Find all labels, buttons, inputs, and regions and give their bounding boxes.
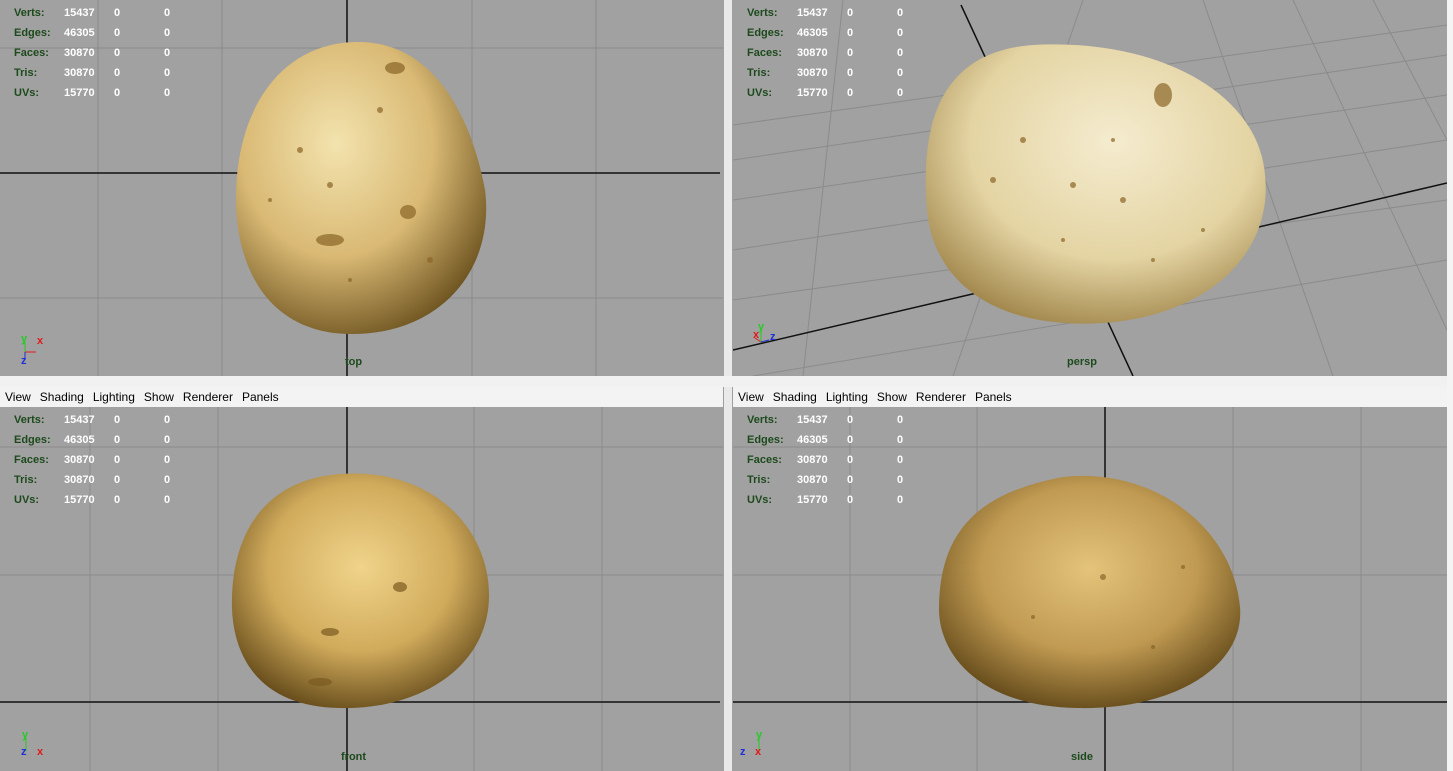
viewport-front[interactable]: View Shading Lighting Show Renderer Pane… [0, 387, 723, 771]
axis-label-z: z [21, 355, 27, 364]
hud-row: UVs: 15770 0 0 [747, 494, 904, 506]
view-axis-gizmo: x y z [753, 322, 783, 352]
hud-row: Faces: 30870 0 0 [14, 454, 171, 466]
viewport-side[interactable]: View Shading Lighting Show Renderer Pane… [733, 387, 1447, 771]
hud-row: Edges: 46305 0 0 [747, 434, 904, 446]
menu-panels[interactable]: Panels [971, 390, 1016, 404]
hud-row: Edges: 46305 0 0 [747, 27, 904, 39]
viewport-canvas-persp[interactable]: Verts: 15437 0 0 Edges: 46305 0 0 Faces: 30870 0… [733, 0, 1447, 376]
menu-shading[interactable]: Shading [769, 390, 821, 404]
menu-lighting[interactable]: Lighting [89, 390, 139, 404]
axis-label-y: y [758, 322, 765, 333]
view-axis-gizmo: y z x [739, 729, 769, 759]
menu-show[interactable]: Show [873, 390, 911, 404]
hud-row: Tris: 30870 0 0 [14, 474, 171, 486]
view-axis-gizmo: y z x [20, 729, 50, 759]
viewport-persp[interactable]: Verts: 15437 0 0 Edges: 46305 0 0 Faces: 30870 0… [733, 0, 1447, 376]
menu-renderer[interactable]: Renderer [179, 390, 237, 404]
poly-count-hud: Verts: 15437 0 0 Edges: 46305 0 0 Faces: 30870 0… [747, 410, 947, 510]
hud-row: Verts: 15437 0 0 [14, 414, 171, 426]
menu-shading[interactable]: Shading [36, 390, 88, 404]
viewport-canvas-side[interactable]: Verts: 15437 0 0 Edges: 46305 0 0 Faces: 30870 0… [733, 407, 1447, 771]
axis-label-y: y [22, 729, 29, 741]
hud-row: UVs: 15770 0 0 [14, 87, 171, 99]
axis-label-x: x [37, 746, 44, 758]
potato-mesh [925, 44, 1266, 324]
axis-label-x: x [755, 746, 762, 758]
viewport-top[interactable]: Verts: 15437 0 0 Edges: 46305 0 0 Faces: 30870 0… [0, 0, 723, 376]
axis-label-x: x [37, 335, 44, 347]
axis-label-z: z [21, 746, 27, 758]
hud-row: Faces: 30870 0 0 [747, 454, 904, 466]
hud-row: Verts: 15437 0 0 [14, 7, 171, 19]
view-axis-gizmo: y x z [20, 334, 50, 364]
menu-show[interactable]: Show [140, 390, 178, 404]
camera-name-label: front [341, 751, 367, 763]
camera-name-label: top [345, 356, 363, 368]
axis-label-y: y [756, 729, 763, 741]
hud-row: Edges: 46305 0 0 [14, 434, 171, 446]
menu-lighting[interactable]: Lighting [822, 390, 872, 404]
potato-mesh [231, 473, 490, 709]
panel-menubar: View Shading Lighting Show Renderer Pane… [733, 387, 1447, 407]
menu-renderer[interactable]: Renderer [912, 390, 970, 404]
poly-count-hud: Verts: 15437 0 0 Edges: 46305 0 0 Faces: 30870 0… [14, 3, 214, 103]
hud-row: Verts: 15437 0 0 [747, 414, 904, 426]
hud-row: Faces: 30870 0 0 [14, 47, 171, 59]
poly-count-hud: Verts: 15437 0 0 Edges: 46305 0 0 Faces: 30870 0… [14, 410, 214, 510]
poly-count-hud: Verts: 15437 0 0 Edges: 46305 0 0 Faces: 30870 0… [747, 3, 947, 103]
hud-row: Verts: 15437 0 0 [747, 7, 904, 19]
panel-menubar: View Shading Lighting Show Renderer Pane… [0, 387, 723, 407]
hud-row: Tris: 30870 0 0 [747, 67, 904, 79]
hud-row: Tris: 30870 0 0 [747, 474, 904, 486]
axis-label-z: z [770, 331, 776, 343]
hud-row: Faces: 30870 0 0 [747, 47, 904, 59]
menu-panels[interactable]: Panels [238, 390, 283, 404]
hud-row: Tris: 30870 0 0 [14, 67, 171, 79]
potato-mesh [938, 475, 1241, 709]
viewport-canvas-top[interactable]: Verts: 15437 0 0 Edges: 46305 0 0 Faces: 30870 0… [0, 0, 723, 376]
hud-row: UVs: 15770 0 0 [747, 87, 904, 99]
menu-view[interactable]: View [1, 390, 35, 404]
axis-label-y: y [21, 334, 28, 345]
viewport-canvas-front[interactable]: Verts: 15437 0 0 Edges: 46305 0 0 Faces: 30870 0… [0, 407, 723, 771]
camera-name-label: persp [1067, 356, 1097, 368]
hud-row: UVs: 15770 0 0 [14, 494, 171, 506]
menu-view[interactable]: View [734, 390, 768, 404]
hud-row: Edges: 46305 0 0 [14, 27, 171, 39]
camera-name-label: side [1071, 751, 1094, 763]
horizontal-splitter[interactable] [0, 376, 1453, 387]
potato-mesh [235, 41, 487, 335]
right-edge-strip [1447, 0, 1453, 771]
axis-label-z: z [740, 746, 746, 758]
